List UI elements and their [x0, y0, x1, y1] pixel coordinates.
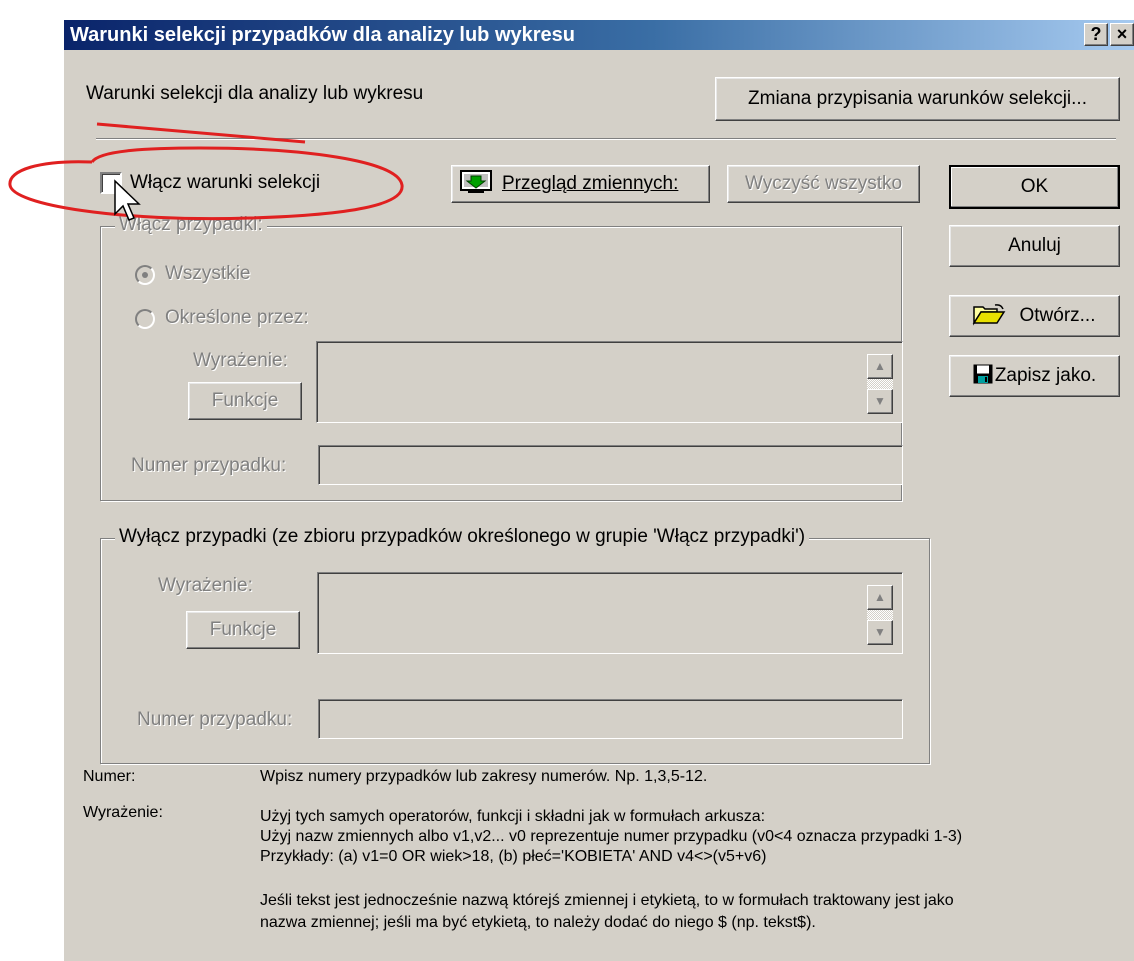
clear-all-button[interactable]: Wyczyść wszystko: [727, 165, 920, 203]
include-scroll-track[interactable]: [867, 379, 893, 389]
open-button[interactable]: Otwórz...: [949, 295, 1120, 337]
include-scroll-up-icon[interactable]: ▲: [867, 354, 893, 379]
enable-selection-checkbox[interactable]: [100, 172, 122, 194]
exclude-case-number-field[interactable]: [318, 699, 903, 739]
exclude-expression-field[interactable]: ▲ ▼: [317, 572, 903, 654]
exclude-scroll-up-icon[interactable]: ▲: [867, 585, 893, 610]
save-as-label: Zapisz jako.: [994, 365, 1097, 386]
help-button[interactable]: ?: [1084, 23, 1108, 46]
help-note-line: nazwa zmiennej; jeśli ma być etykietą, t…: [260, 914, 816, 931]
exclude-scroll-track[interactable]: [867, 610, 893, 620]
radio-all[interactable]: [135, 265, 155, 285]
browse-variables-button[interactable]: Przegląd zmiennych:: [451, 165, 710, 203]
exclude-cases-group: Wyłącz przypadki (ze zbioru przypadków o…: [100, 526, 930, 764]
change-assignment-button[interactable]: Zmiana przypisania warunków selekcji...: [715, 77, 1120, 121]
radio-all-selected-dot: [142, 272, 148, 278]
close-button[interactable]: ×: [1110, 23, 1134, 46]
header-label: Warunki selekcji dla analizy lub wykresu: [86, 83, 424, 104]
help-expression-text: Użyj tych samych operatorów, funkcji i s…: [260, 807, 962, 867]
floppy-disk-icon: [973, 359, 993, 399]
help-expression-label: Wyrażenie:: [83, 804, 163, 821]
enable-selection-label: Włącz warunki selekcji: [130, 172, 321, 193]
cancel-button[interactable]: Anuluj: [949, 225, 1120, 267]
include-expression-label: Wyrażenie:: [193, 350, 288, 371]
ok-button[interactable]: OK: [949, 165, 1120, 209]
include-expression-field[interactable]: ▲ ▼: [316, 341, 903, 423]
include-case-number-label: Numer przypadku:: [131, 455, 287, 476]
help-note-line: Jeśli tekst jest jednocześnie nazwą któr…: [260, 892, 954, 909]
variables-icon: [460, 170, 492, 207]
open-label: Otwórz...: [1019, 305, 1096, 326]
help-expression-line: Użyj tych samych operatorów, funkcji i s…: [260, 808, 766, 825]
help-number-label: Numer:: [83, 768, 136, 785]
help-note-text: Jeśli tekst jest jednocześnie nazwą któr…: [260, 890, 954, 934]
exclude-cases-title: Wyłącz przypadki (ze zbioru przypadków o…: [115, 526, 810, 548]
include-cases-group: Włącz przypadki: Wszystkie Określone prz…: [100, 214, 903, 501]
header-separator: [96, 138, 1116, 140]
include-functions-button[interactable]: Funkcje: [188, 382, 302, 420]
include-case-number-field[interactable]: [318, 445, 903, 485]
exclude-case-number-label: Numer przypadku:: [137, 709, 293, 730]
radio-all-label: Wszystkie: [165, 263, 251, 284]
exclude-scroll-down-icon[interactable]: ▼: [867, 620, 893, 645]
browse-variables-label: Przegląd zmiennych:: [502, 173, 679, 194]
window-title: Warunki selekcji przypadków dla analizy …: [70, 24, 575, 46]
include-cases-title: Włącz przypadki:: [115, 214, 267, 236]
exclude-functions-button[interactable]: Funkcje: [186, 611, 300, 649]
save-as-button[interactable]: Zapisz jako.: [949, 355, 1120, 397]
radio-specified-label: Określone przez:: [165, 307, 309, 328]
help-expression-line: Użyj nazw zmiennych albo v1,v2... v0 rep…: [260, 828, 963, 845]
help-expression-line: Przykłady: (a) v1=0 OR wiek>18, (b) płeć…: [260, 848, 767, 865]
title-bar: Warunki selekcji przypadków dla analizy …: [64, 20, 1134, 50]
help-number-text: Wpisz numery przypadków lub zakresy nume…: [260, 768, 708, 785]
radio-specified[interactable]: [135, 309, 155, 329]
selection-conditions-dialog: Warunki selekcji przypadków dla analizy …: [62, 18, 1134, 961]
include-scroll-down-icon[interactable]: ▼: [867, 389, 893, 414]
folder-open-icon: [973, 300, 1006, 340]
exclude-expression-label: Wyrażenie:: [158, 575, 253, 596]
